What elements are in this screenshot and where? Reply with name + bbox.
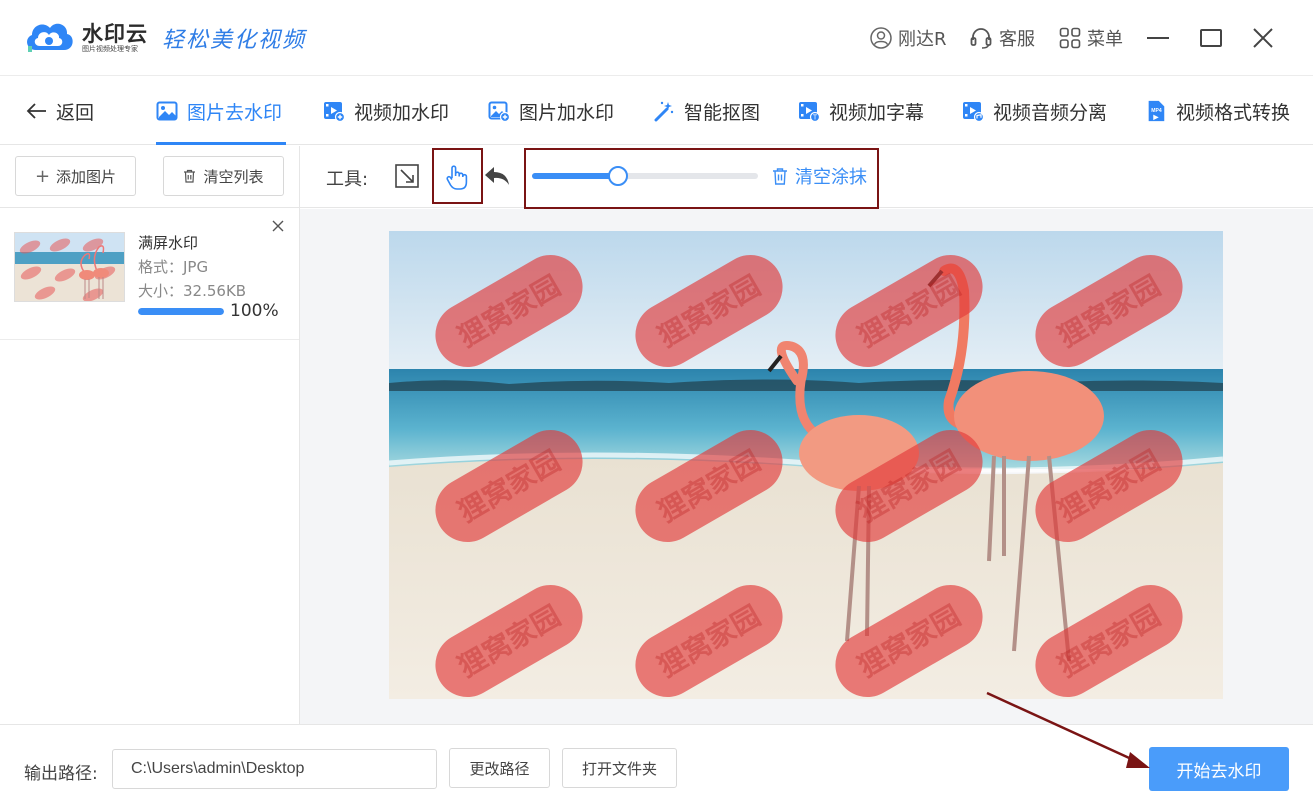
file-format: 格式：JPG [138,258,209,276]
file-list-actions: + 添加图片 清空列表 [0,146,299,208]
grid-menu-icon [1059,27,1081,49]
tab-label: 智能抠图 [684,101,761,124]
file-size: 大小：32.56KB [138,282,247,300]
menu-button[interactable]: 菜单 [1059,24,1123,52]
plus-icon: + [34,165,51,187]
output-path-label: 输出路径: [24,764,98,784]
tab-image-add-watermark[interactable]: 图片加水印 [488,77,614,145]
maximize-icon [1200,29,1222,47]
file-progress-fill [138,308,224,315]
tab-label: 图片去水印 [187,101,283,124]
maximize-button[interactable] [1195,22,1227,54]
add-image-button[interactable]: + 添加图片 [15,156,136,196]
customer-service-label: 客服 [999,29,1035,50]
tab-smart-cutout[interactable]: 智能抠图 [653,77,760,145]
back-label: 返回 [56,101,95,124]
minimize-button[interactable] [1142,22,1174,54]
box-select-icon[interactable] [394,163,420,189]
user-icon [870,27,892,49]
active-tab-indicator [156,142,286,145]
minimize-icon [1147,37,1169,39]
file-list-panel: + 添加图片 清空列表 满屏水印 格式：JPG 大小：32.56KB 100% [0,146,300,724]
arrow-left-icon [26,103,46,119]
preview-canvas: 狸窝家园 狸窝家园 狸窝家园 狸窝家园 狸窝家园 狸窝家园 狸窝家园 狸窝家园 狸窝家园 狸窝家园… [300,209,1313,724]
svg-text:T: T [813,115,818,122]
brush-size-slider[interactable] [532,166,758,186]
brand-subtitle: 图片视频处理专家 [82,45,138,53]
customer-service-button[interactable]: 客服 [969,24,1035,52]
tool-label: 工具: [326,169,369,190]
back-button[interactable]: 返回 [26,77,94,145]
undo-icon[interactable] [483,164,511,188]
magic-wand-icon [654,101,674,122]
tab-label: 视频加水印 [354,101,450,124]
open-folder-label: 打开文件夹 [581,759,657,778]
title-bar: 水印云 图片视频处理专家 轻松美化视频 刚达R 客服 菜单 [0,0,1313,76]
tab-label: 视频格式转换 [1176,101,1291,124]
slider-thumb[interactable] [607,166,628,186]
image-add-icon [488,101,510,122]
clear-brush-label: 清空涂抹 [795,167,867,188]
file-name: 满屏水印 [138,234,199,252]
tab-label: 视频音频分离 [993,101,1108,124]
edit-toolbar: 工具: 清空涂抹 [300,146,1313,209]
close-icon [1253,28,1273,48]
tab-label: 图片加水印 [519,101,615,124]
tab-image-remove-watermark[interactable]: 图片去水印 [156,77,286,145]
start-remove-watermark-button[interactable]: 开始去水印 [1149,747,1289,791]
slogan: 轻松美化视频 [162,28,307,53]
clear-brush-button[interactable]: 清空涂抹 [772,163,867,189]
output-bar: 输出路径: 更改路径 打开文件夹 开始去水印 [0,724,1313,809]
tab-video-format-convert[interactable]: MP4 视频格式转换 [1145,77,1290,145]
image-icon [156,101,178,121]
brush-tool-highlight[interactable] [432,148,483,204]
list-item[interactable]: 满屏水印 格式：JPG 大小：32.56KB 100% [0,208,299,340]
open-folder-button[interactable]: 打开文件夹 [562,748,677,788]
svg-text:MP4: MP4 [1151,108,1162,114]
change-path-button[interactable]: 更改路径 [449,748,550,788]
video-subtitle-icon: T [799,102,820,122]
mp4-icon: MP4 [1148,100,1165,122]
user-account[interactable]: 刚达R [870,24,947,52]
tab-video-audio-separation[interactable]: 视频音频分离 [962,77,1107,145]
remove-file-icon[interactable] [270,218,286,234]
headset-icon [970,28,992,49]
tab-video-add-watermark[interactable]: 视频加水印 [323,77,449,145]
close-window-button[interactable] [1247,22,1279,54]
start-label: 开始去水印 [1176,761,1262,782]
change-path-label: 更改路径 [469,759,530,778]
user-name: 刚达R [898,29,947,50]
hand-pointer-icon [446,165,468,190]
trash-icon [184,169,196,183]
trash-icon [773,168,787,185]
file-progress-percent: 100% [230,301,279,321]
clear-list-label: 清空列表 [203,167,264,186]
menu-label: 菜单 [1087,29,1123,50]
tab-label: 视频加字幕 [829,101,925,124]
video-icon [324,102,345,122]
add-image-label: 添加图片 [56,167,117,186]
audio-separate-icon [963,102,984,122]
file-thumbnail [14,232,125,302]
clear-list-button[interactable]: 清空列表 [163,156,284,196]
output-path-input[interactable] [112,749,437,789]
nav-bar: 返回 图片去水印 视频加水印 图片加水印 智能抠图 T 视频加字幕 视频音频分离… [0,77,1313,145]
cloud-logo-icon [27,23,73,52]
preview-image[interactable]: 狸窝家园 狸窝家园 狸窝家园 狸窝家园 狸窝家园 狸窝家园 狸窝家园 狸窝家园 狸窝家园 狸窝家园… [389,231,1223,699]
file-progress-bar [138,308,224,315]
tab-video-add-subtitle[interactable]: T 视频加字幕 [798,77,924,145]
slider-fill [532,173,618,179]
